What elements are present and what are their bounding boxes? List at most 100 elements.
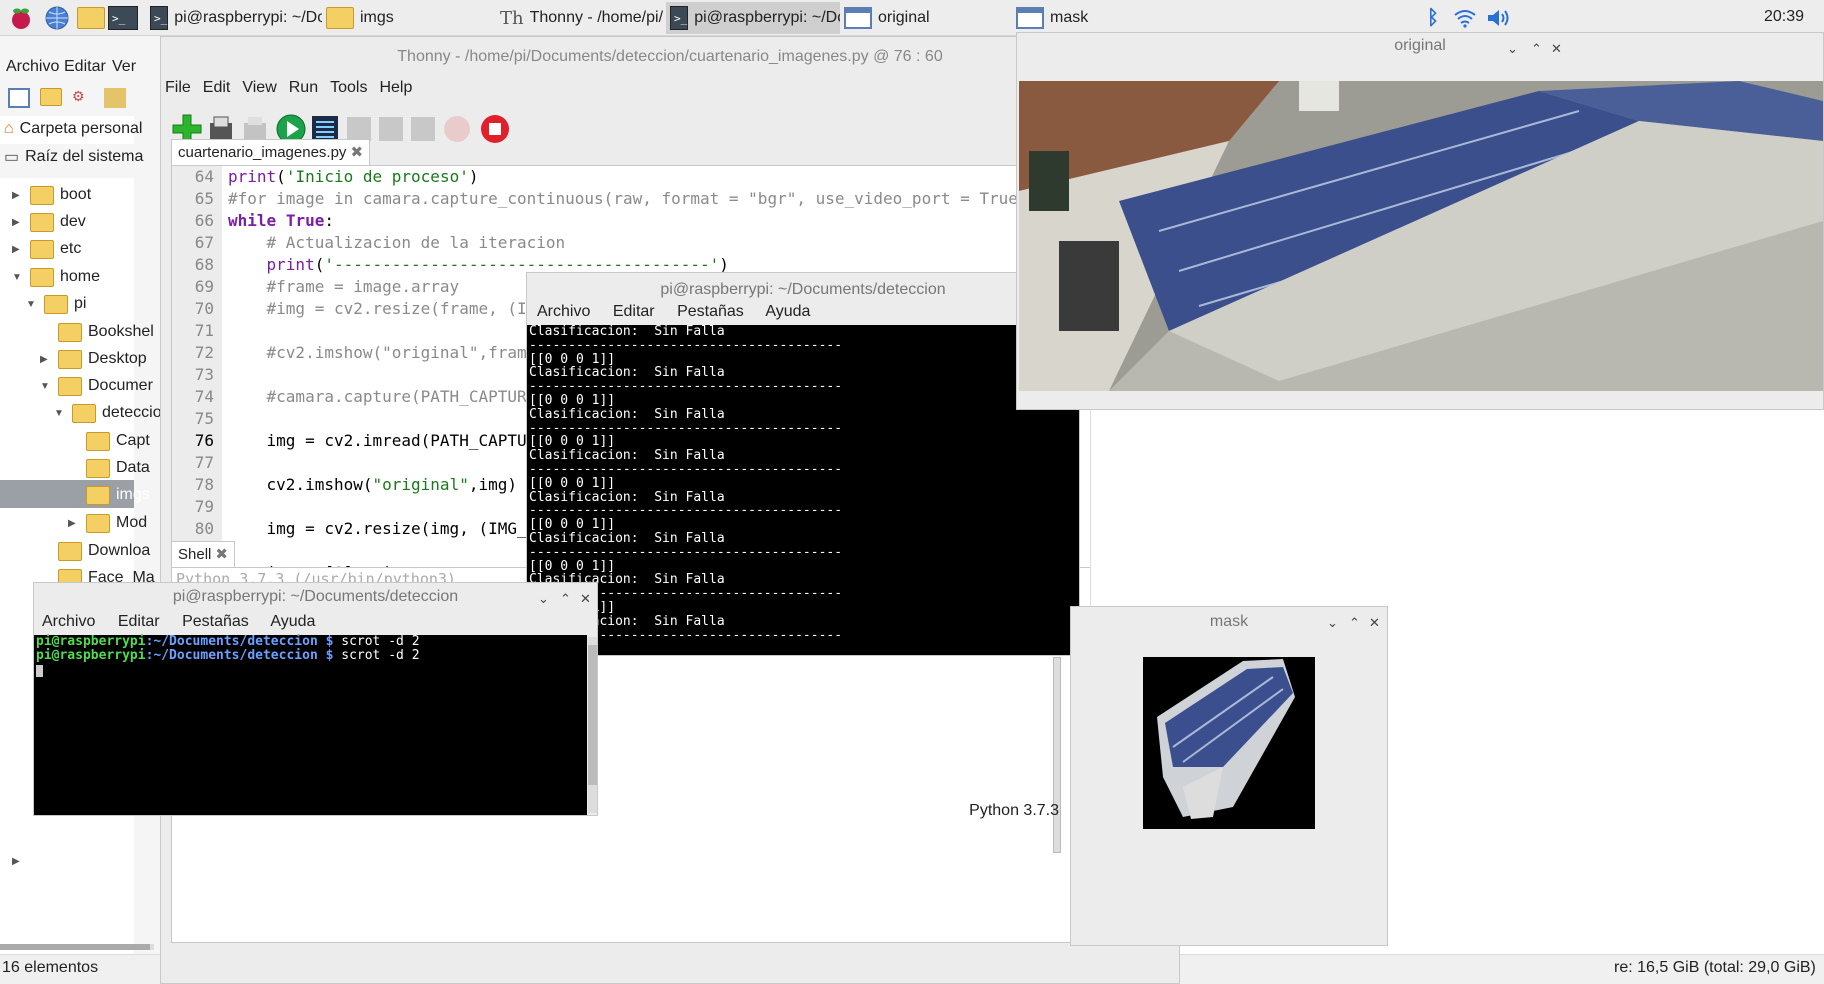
file-manager-icon[interactable] (76, 3, 106, 33)
task-mask[interactable]: mask (1012, 2, 1184, 34)
code-line[interactable]: while True: (228, 210, 1037, 232)
wifi-icon[interactable] (1450, 3, 1480, 33)
tree-item-capturas[interactable]: Capt (68, 428, 150, 454)
interpreter-label[interactable]: Python 3.7.3 (969, 802, 1059, 820)
menu-run[interactable]: Run (289, 79, 318, 97)
terminal-launcher-icon[interactable]: >_ (108, 3, 138, 33)
menu-edit[interactable]: Edit (203, 79, 231, 97)
minimize-chevron-icon[interactable]: ⌄ (538, 591, 549, 607)
tree-item-desktop[interactable]: ▶ Desktop (40, 346, 147, 372)
tree-item-deteccion[interactable]: ▼ deteccio (54, 400, 162, 426)
term-menu-ayuda[interactable]: Ayuda (765, 303, 810, 320)
term2-menu-editar[interactable]: Editar (118, 613, 160, 630)
tree-item-data[interactable]: Data (68, 455, 150, 481)
minimize-chevron-icon[interactable]: ⌄ (1327, 615, 1338, 631)
tree-item-boot[interactable]: ▶ boot (12, 182, 91, 208)
terminal-command-body[interactable]: pi@raspberrypi:~/Documents/deteccion $ s… (34, 635, 587, 815)
code-line[interactable]: #for image in camara.capture_continuous(… (228, 188, 1037, 210)
new-folder-icon[interactable] (40, 88, 62, 106)
tree-item-pi[interactable]: ▼ pi (26, 291, 86, 317)
step-out-icon[interactable] (407, 113, 439, 145)
close-icon[interactable]: ✕ (1551, 41, 1562, 57)
terminal-icon: >_ (670, 6, 689, 30)
close-icon[interactable]: ✕ (1369, 615, 1380, 631)
fm-menu-ver[interactable]: Ver (112, 58, 136, 76)
editor-tab[interactable]: cuartenario_imagenes.py ✖ (171, 139, 371, 165)
folder-icon (86, 431, 110, 451)
terminal-output-line: Clasificacion: Sin Falla (529, 613, 725, 629)
close-icon[interactable]: ✕ (580, 591, 591, 607)
menu-view[interactable]: View (242, 79, 276, 97)
volume-icon[interactable] (1484, 3, 1514, 33)
minimize-chevron-icon[interactable]: ⌄ (1507, 41, 1518, 57)
home-folder-icon (44, 294, 68, 314)
file-manager-window: Archivo Editar Ver ⚙ ⌂ Carpeta personal ▭… (0, 36, 1824, 984)
maximize-icon[interactable]: ⌃ (1349, 615, 1360, 631)
terminal-output-line: Clasificacion: Sin Falla (529, 365, 725, 381)
window-icon (1016, 7, 1044, 29)
fm-hscroll[interactable] (0, 944, 154, 950)
term-menu-pestanas[interactable]: Pestañas (677, 303, 744, 320)
line-number: 74 (194, 387, 214, 406)
close-tab-icon[interactable]: ✖ (350, 140, 363, 165)
fm-toolbar: ⚙ (8, 88, 138, 112)
terminal-output-window: pi@raspberrypi: ~/Documents/deteccion Ar… (526, 272, 1080, 656)
desktop-blank-area (1090, 410, 1824, 606)
line-number: 64 (194, 167, 214, 186)
tree-item-bookshelf[interactable]: Bookshel (40, 319, 154, 345)
code-line[interactable]: # Actualizacion de la iteracion (228, 232, 1037, 254)
tools-icon[interactable]: ⚙ (72, 88, 94, 108)
code-line[interactable]: print('Inicio de proceso') (228, 166, 1037, 188)
task-terminal-2[interactable]: >_pi@raspberrypi: ~/Do... (666, 2, 840, 34)
folder-icon (86, 485, 110, 505)
clock[interactable]: 20:39 (1764, 8, 1804, 26)
tree-item-imgs[interactable]: imgs (68, 482, 150, 508)
shell-scrollbar[interactable] (1053, 657, 1061, 853)
terminal-command-window: pi@raspberrypi: ~/Documents/deteccion ⌄ … (33, 582, 598, 816)
term-menu-editar[interactable]: Editar (613, 303, 655, 320)
task-original[interactable]: original (840, 2, 1012, 34)
term2-menu-archivo[interactable]: Archivo (42, 613, 95, 630)
task-thonny[interactable]: Th Thonny - /home/pi/... (496, 2, 664, 34)
fm-menu-archivo[interactable]: Archivo (6, 58, 59, 76)
term2-menu-ayuda[interactable]: Ayuda (270, 613, 315, 630)
raspberry-menu-icon[interactable] (6, 3, 36, 33)
term2-menu-pestanas[interactable]: Pestañas (182, 613, 249, 630)
tree-expander-arrow[interactable]: ▶ (12, 856, 20, 867)
place-root[interactable]: ▭ Raíz del sistema (4, 147, 143, 167)
tree-item-dev[interactable]: ▶ dev (12, 209, 86, 235)
task-imgs[interactable]: imgs (322, 2, 492, 34)
fm-menu-editar[interactable]: Editar (64, 58, 106, 76)
tree-item-home[interactable]: ▼ home (12, 264, 100, 290)
tree-item-etc[interactable]: ▶ etc (12, 236, 81, 262)
folder-icon (86, 458, 110, 478)
shell-tab[interactable]: Shell ✖ (171, 541, 235, 567)
menu-help[interactable]: Help (379, 79, 412, 97)
term-menu-archivo[interactable]: Archivo (537, 303, 590, 320)
bluetooth-icon[interactable]: ᛒ (1418, 3, 1448, 33)
resume-icon[interactable] (441, 113, 473, 145)
close-shell-tab-icon[interactable]: ✖ (215, 542, 228, 567)
grid-view-icon[interactable] (104, 88, 126, 108)
maximize-icon[interactable]: ⌃ (560, 591, 571, 607)
tree-item-documents[interactable]: ▼ Documer (40, 373, 153, 399)
menu-file[interactable]: File (165, 79, 191, 97)
task-terminal-1[interactable]: >_pi@raspberrypi: ~/Do... (146, 2, 322, 34)
maximize-icon[interactable]: ⌃ (1531, 41, 1542, 57)
browser-icon[interactable] (42, 3, 72, 33)
terminal-cursor (36, 665, 43, 677)
terminal-output-line: ---------------------------------------- (529, 379, 843, 395)
new-window-icon[interactable] (8, 88, 30, 108)
line-number: 67 (194, 233, 214, 252)
place-home[interactable]: ⌂ Carpeta personal (4, 120, 142, 138)
terminal-scrollbar[interactable] (588, 637, 597, 813)
terminal-output-body[interactable]: Clasificacion: Sin Falla ----------------… (527, 325, 1079, 655)
folder-icon (86, 513, 110, 533)
tree-item-downloads[interactable]: Downloa (40, 538, 150, 564)
terminal-command-menubar: Archivo Editar Pestañas Ayuda (42, 607, 333, 637)
step-into-icon[interactable] (375, 113, 407, 145)
tree-item-modelos[interactable]: ▶ Mod (68, 510, 147, 536)
line-number: 77 (194, 453, 214, 472)
stop-icon[interactable] (479, 113, 511, 145)
menu-tools[interactable]: Tools (330, 79, 367, 97)
